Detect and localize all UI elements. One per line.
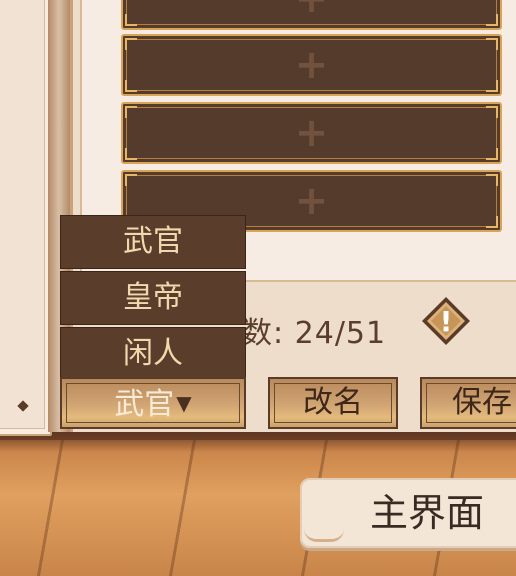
save-button[interactable]: 保存 (420, 377, 516, 429)
corner-ornament (486, 80, 498, 92)
diamond-ornament (17, 400, 29, 412)
left-parchment-panel (0, 0, 52, 436)
alert-symbol: ! (440, 305, 453, 338)
role-dropdown-list: 武官 皇帝 闲人 (60, 215, 246, 383)
corner-ornament (125, 80, 137, 92)
empty-slot-1[interactable]: + (121, 34, 502, 96)
plus-icon: + (294, 110, 329, 156)
role-dropdown-button[interactable]: 武官 ▼ (60, 377, 246, 429)
corner-ornament (125, 14, 137, 26)
plus-icon: + (294, 178, 329, 224)
dropdown-option-emperor[interactable]: 皇帝 (60, 271, 246, 325)
dropdown-selected-label: 武官 (114, 387, 175, 422)
empty-slot-0[interactable]: + (121, 0, 502, 30)
corner-ornament (486, 106, 498, 118)
main-menu-label: 主界面 (370, 491, 485, 535)
main-menu-button[interactable]: 主界面 (300, 478, 516, 548)
plus-icon: + (294, 42, 329, 88)
rename-button[interactable]: 改名 (268, 377, 398, 429)
empty-slot-2[interactable]: + (121, 102, 502, 164)
corner-ornament (125, 38, 137, 50)
corner-ornament (125, 174, 137, 186)
dropdown-option-idle[interactable]: 闲人 (60, 327, 246, 381)
plus-icon: + (295, 0, 329, 19)
corner-ornament (125, 148, 137, 160)
corner-ornament (486, 174, 498, 186)
corner-ornament (486, 148, 498, 160)
chevron-down-icon: ▼ (176, 391, 192, 415)
corner-ornament (125, 106, 137, 118)
corner-ornament (486, 216, 498, 228)
dropdown-option-military[interactable]: 武官 (60, 215, 246, 269)
exclamation-alert-icon[interactable]: ! (420, 295, 472, 347)
corner-ornament (486, 14, 498, 26)
capacity-count: 数: 24/51 (242, 316, 387, 351)
swoosh-decoration (304, 529, 344, 542)
corner-ornament (486, 38, 498, 50)
